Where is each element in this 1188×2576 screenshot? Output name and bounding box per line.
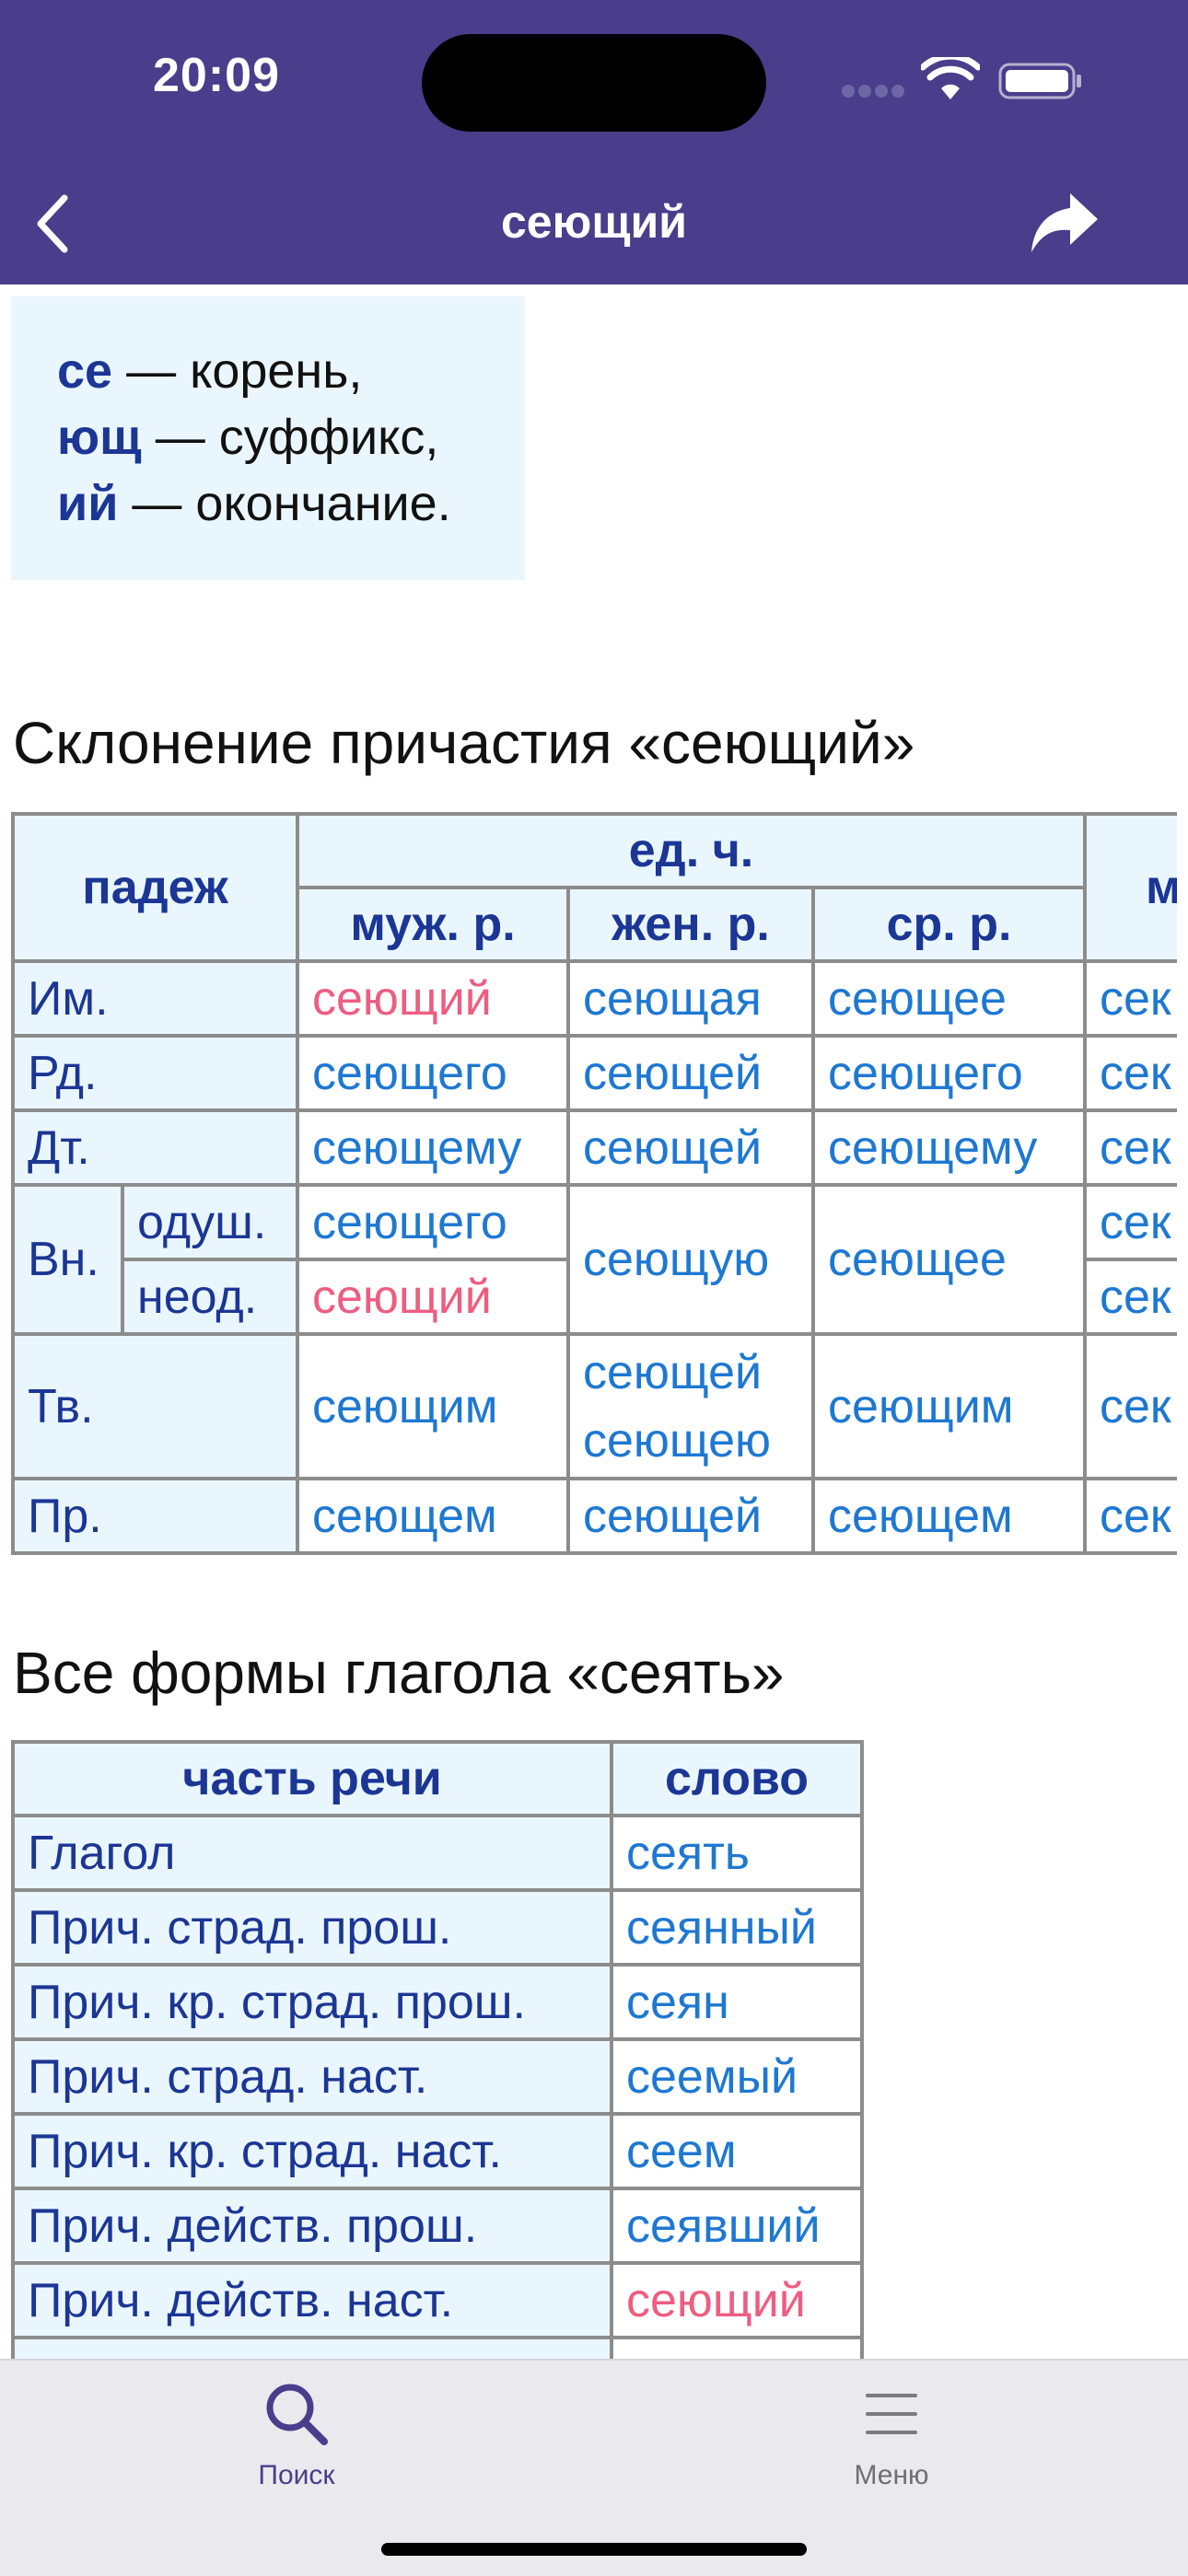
status-time: 20:09 — [153, 49, 280, 102]
form-cell[interactable]: сеющем — [296, 1477, 570, 1555]
word-link[interactable]: сеем — [610, 2112, 864, 2190]
header-masc: муж. р. — [296, 886, 570, 963]
header-case: падеж — [11, 812, 299, 963]
case-label: Дт. — [11, 1108, 299, 1187]
form-cell[interactable]: сек — [1083, 1332, 1177, 1480]
form-cell[interactable]: сек — [1083, 1258, 1177, 1336]
morpheme-box: се — корень, ющ — суффикс, ий — окончани… — [11, 296, 525, 580]
form-cell[interactable]: сеющим — [296, 1332, 570, 1480]
case-label: Рд. — [11, 1034, 299, 1112]
form-cell[interactable]: сеющем — [810, 1477, 1088, 1555]
header-plural: м — [1083, 812, 1177, 963]
form-cell[interactable]: сеющую — [566, 1183, 815, 1336]
battery-icon — [998, 63, 1081, 99]
form-cell[interactable]: сеющей сеющею — [566, 1332, 815, 1480]
form-cell[interactable]: сеющего — [296, 1034, 570, 1112]
header-singular: ед. ч. — [295, 812, 1088, 889]
form-cell[interactable]: сек — [1083, 1183, 1177, 1261]
case-label: Вн. — [11, 1183, 124, 1336]
pos-label: Прич. страд. наст. — [11, 2037, 613, 2116]
morpheme-suffix: ющ — суффикс, — [57, 410, 439, 465]
form-cell[interactable]: сеющее — [810, 1183, 1088, 1336]
form-cell[interactable]: сеющее — [810, 959, 1088, 1038]
menu-icon — [866, 2394, 917, 2434]
tab-search[interactable]: Поиск — [186, 2379, 407, 2517]
pos-label: Прич. страд. прош. — [11, 1888, 613, 1967]
case-label: Тв. — [11, 1332, 299, 1480]
word-link[interactable]: сеян — [610, 1963, 864, 2041]
page-title: сеющий — [501, 196, 687, 248]
home-indicator — [381, 2543, 807, 2556]
wifi-icon — [921, 57, 980, 99]
pos-label: Прич. действ. прош. — [11, 2187, 613, 2265]
top-bar: 20:09 сеющий — [0, 0, 1188, 284]
form-cell[interactable]: сеющему — [810, 1108, 1088, 1187]
animacy-label: одуш. — [121, 1183, 299, 1261]
word-link[interactable]: сеющий — [610, 2261, 864, 2339]
word-link[interactable]: сеянный — [610, 1888, 864, 1967]
pos-label: Прич. действ. наст. — [11, 2261, 613, 2339]
dynamic-island — [422, 34, 766, 132]
share-icon[interactable] — [1030, 190, 1100, 254]
form-cell[interactable]: сеющий — [296, 1258, 570, 1336]
search-icon — [266, 2384, 328, 2445]
case-label: Им. — [11, 959, 299, 1038]
declension-title: Склонение причастия «сеющий» — [13, 710, 915, 776]
form-cell[interactable]: сеющим — [810, 1332, 1088, 1480]
form-cell[interactable]: сеющая — [566, 959, 815, 1038]
form-cell[interactable]: сек — [1083, 959, 1177, 1038]
word-link[interactable]: сеять — [610, 1814, 864, 1892]
form-cell[interactable]: сеющей — [566, 1477, 815, 1555]
form-cell[interactable]: сеющей — [566, 1108, 815, 1187]
case-label: Пр. — [11, 1477, 299, 1555]
tab-menu[interactable]: Меню — [781, 2379, 1002, 2517]
word-link[interactable]: сеявший — [610, 2187, 864, 2265]
pos-label: Глагол — [11, 1814, 613, 1892]
tab-menu-label: Меню — [854, 2460, 929, 2490]
form-variant: сеющей — [583, 1345, 763, 1399]
morpheme-root: се — корень, — [57, 343, 363, 399]
form-cell[interactable]: сек — [1083, 1477, 1177, 1555]
pos-label: Прич. кр. страд. наст. — [11, 2112, 613, 2190]
form-cell[interactable]: сек — [1083, 1108, 1177, 1187]
declension-table: падеж ед. ч. м муж. р. жен. р. ср. р. Им… — [11, 812, 1177, 1555]
forms-title: Все формы глагола «сеять» — [13, 1640, 785, 1706]
declension-table-scroll[interactable]: падеж ед. ч. м муж. р. жен. р. ср. р. Им… — [0, 801, 1177, 1565]
tab-search-label: Поиск — [258, 2460, 335, 2490]
form-cell[interactable]: сек — [1083, 1034, 1177, 1112]
pos-label: Прич. кр. страд. прош. — [11, 1963, 613, 2041]
animacy-label: неод. — [121, 1258, 299, 1336]
cellular-signal-icon — [842, 85, 906, 98]
form-cell[interactable]: сеющего — [296, 1183, 570, 1261]
form-variant: сеющею — [583, 1413, 772, 1468]
header-fem: жен. р. — [566, 886, 815, 963]
forms-table: часть речи слово Глагол сеять Прич. страд… — [11, 1740, 864, 2414]
header-pos: часть речи — [11, 1740, 613, 1817]
morpheme-ending: ий — окончание. — [57, 476, 451, 531]
word-link[interactable]: сеемый — [610, 2037, 864, 2116]
header-word: слово — [610, 1740, 864, 1817]
form-cell[interactable]: сеющего — [810, 1034, 1088, 1112]
form-cell[interactable]: сеющий — [296, 959, 570, 1038]
form-cell[interactable]: сеющей — [566, 1034, 815, 1112]
form-cell[interactable]: сеющему — [296, 1108, 570, 1187]
header-neut: ср. р. — [810, 886, 1088, 963]
